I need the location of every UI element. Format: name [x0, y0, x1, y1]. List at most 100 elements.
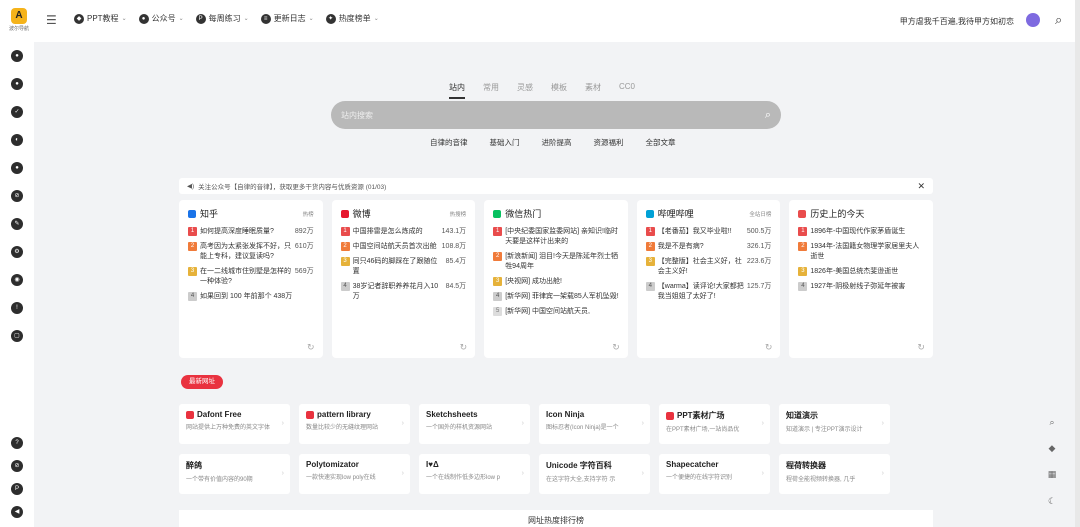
- quick-link[interactable]: 进阶提高: [542, 137, 572, 148]
- sidebar-tool-icon[interactable]: ✎: [11, 218, 23, 230]
- list-item[interactable]: 1 如何提高深度睡眠质量? 892万: [188, 227, 314, 237]
- refresh-icon[interactable]: ↻: [612, 342, 620, 353]
- notice-bar: ◀) 关注公众号【自律的音律】，获取更多干货内容与优质资源 (01/03) ✕: [179, 178, 933, 194]
- site-name: Shapecatcher: [666, 460, 719, 469]
- refresh-icon[interactable]: ↻: [307, 342, 315, 353]
- sidebar-help-icon[interactable]: ?: [11, 437, 23, 449]
- sidebar-gear-icon[interactable]: ⚙: [11, 246, 23, 258]
- list-item[interactable]: 4 [新华网] 菲律宾一架载85人军机坠毁!: [493, 292, 619, 302]
- refresh-icon[interactable]: ↻: [765, 342, 773, 353]
- site-card[interactable]: Unicode 字符百科 在这字符大全,支持字符 示 ›: [539, 454, 650, 494]
- sidebar-star-icon[interactable]: ◉: [11, 274, 23, 286]
- site-card[interactable]: I♥Δ 一个在线制作低多边形low p ›: [419, 454, 530, 494]
- sidebar-home-icon[interactable]: ●: [11, 50, 23, 62]
- tab-site[interactable]: 站内: [449, 82, 465, 99]
- item-value: 143.1万: [441, 228, 467, 235]
- calendar-icon[interactable]: ▦: [1045, 467, 1059, 481]
- list-item[interactable]: 3 在一二线城市住别墅是怎样的一种体验? 569万: [188, 267, 314, 287]
- list-item[interactable]: 4 1927年-阴极射线子弥延年被害: [798, 282, 924, 292]
- search-icon[interactable]: ⌕: [765, 109, 771, 122]
- list-item[interactable]: 1 中国排雷是怎么炼成的 143.1万: [340, 227, 467, 237]
- list-item[interactable]: 4 【warma】读评论!大家都把我当姐姐了太好了! 125.7万: [645, 282, 772, 302]
- site-name: PPT素材广场: [677, 411, 725, 420]
- sidebar-dot-icon[interactable]: ●: [11, 162, 23, 174]
- sidebar-send-icon[interactable]: ◀: [11, 506, 23, 518]
- new-sites-badge[interactable]: 最新网址: [181, 375, 223, 389]
- site-card[interactable]: Polytomizator 一款快速实现low poly在线 ›: [299, 454, 410, 494]
- notice-text[interactable]: 关注公众号【自律的音律】，获取更多干货内容与优质资源 (01/03): [198, 181, 386, 191]
- list-item[interactable]: 2 我是不是有病? 326.1万: [645, 242, 771, 252]
- quick-link[interactable]: 自律的音律: [430, 137, 468, 148]
- sidebar-globe-icon[interactable]: ◐: [11, 134, 23, 146]
- list-item[interactable]: 2 [新浪新闻] 泪目!今天是陈延年烈士牺牲94周年: [493, 252, 619, 272]
- quick-link[interactable]: 资源福利: [594, 137, 624, 148]
- sidebar-compass-icon[interactable]: ⊘: [11, 190, 23, 202]
- tab-common[interactable]: 常用: [483, 82, 499, 99]
- rank-number: 2: [645, 242, 655, 251]
- zhihu-icon: [188, 209, 196, 218]
- site-logo[interactable]: A 波尔导航: [8, 8, 30, 34]
- item-value: 125.7万: [746, 283, 772, 290]
- list-item[interactable]: 4 38岁记者辞职养养花月入10万 84.5万: [340, 282, 466, 302]
- site-card[interactable]: Icon Ninja 图标忍者(Icon Ninja)是一个 ›: [539, 404, 650, 444]
- site-desc: 一个在线制作低多边形low p: [426, 475, 501, 481]
- list-item[interactable]: 3 同只46码的脚踩在了跟随位置 85.4万: [340, 257, 466, 277]
- tab-material[interactable]: 素材: [585, 82, 601, 99]
- item-text: [央视网] 成功出舱!: [505, 278, 562, 285]
- sidebar-link-icon[interactable]: ⊘: [11, 460, 23, 472]
- logo-text: 波尔导航: [8, 26, 29, 32]
- search-icon[interactable]: ⌕: [1045, 415, 1059, 429]
- close-icon[interactable]: ✕: [917, 181, 925, 192]
- hot-icon: ✦: [325, 13, 336, 24]
- refresh-icon[interactable]: ↻: [460, 342, 468, 353]
- avatar[interactable]: [1026, 13, 1040, 27]
- scrollbar[interactable]: [1075, 0, 1080, 527]
- tab-template[interactable]: 模板: [551, 82, 567, 99]
- nav-item-hot[interactable]: ✦ 热度榜单 ⌄: [325, 13, 379, 24]
- nav-item-practice[interactable]: P 每周练习 ⌄: [195, 13, 249, 24]
- list-item[interactable]: 1 [中央纪委国家监委网站] 亲知识!临时天要是这样计出来的: [493, 227, 619, 247]
- search-icon[interactable]: ⌕: [1055, 12, 1062, 28]
- sidebar-box-icon[interactable]: ▢: [11, 330, 23, 342]
- tab-inspiration[interactable]: 灵感: [517, 82, 533, 99]
- list-item[interactable]: 1 1896年-中国现代作家茅盾诞生: [798, 227, 924, 237]
- list-item[interactable]: 5 [新华网] 中国空间站航天员,: [493, 307, 619, 317]
- rank-number: 2: [798, 242, 808, 251]
- site-card[interactable]: Dafont Free 网站提供上万种免费的英文字体 ›: [179, 404, 290, 444]
- item-text: [新华网] 中国空间站航天员,: [505, 308, 590, 315]
- site-card[interactable]: PPT素材广场 在PPT素材广场,一站尚品优 ›: [659, 404, 770, 444]
- sidebar-p-icon[interactable]: P: [11, 483, 23, 495]
- nav-item-log[interactable]: ≡ 更新日志 ⌄: [260, 13, 314, 24]
- list-item[interactable]: 3 [央视网] 成功出舱!: [493, 277, 619, 287]
- sidebar-check-icon[interactable]: ✓: [11, 106, 23, 118]
- quick-link[interactable]: 基础入门: [490, 137, 520, 148]
- list-item[interactable]: 2 中国空间站航天员首次出舱 108.8万: [340, 242, 466, 252]
- list-item[interactable]: 1 【老番茄】我又毕业啦!! 500.5万: [645, 227, 772, 237]
- site-card[interactable]: pattern library 数量比较少的无缝纹理网站 ›: [299, 404, 410, 444]
- site-card[interactable]: 醉鸽 一个带有价值内容的90期 ›: [179, 454, 290, 494]
- refresh-icon[interactable]: ↻: [917, 342, 925, 353]
- list-item[interactable]: 3 1826年-美国总统杰斐逊逝世: [798, 267, 924, 277]
- tag-icon[interactable]: ◆: [1045, 441, 1059, 455]
- site-card[interactable]: 知道演示 知道演示 | 专注PPT演示设计 ›: [779, 404, 890, 444]
- nav-item-ppt[interactable]: ◆ PPT教程 ⌄: [74, 13, 127, 24]
- tab-cc0[interactable]: CC0: [619, 82, 635, 99]
- list-item[interactable]: 3 【完整版】社会主义好，社会主义好! 223.6万: [645, 257, 771, 277]
- site-card[interactable]: Sketchsheets 一个国外的样机资源网站 ›: [419, 404, 530, 444]
- list-item[interactable]: 2 1934年-法国籍女物理学家居里夫人逝世: [798, 242, 924, 262]
- sidebar-info-icon[interactable]: !: [11, 302, 23, 314]
- search-input[interactable]: [341, 110, 765, 120]
- list-item[interactable]: 4 如果回到 100 年前那个 438万: [188, 292, 314, 302]
- sidebar-user-icon[interactable]: ●: [11, 78, 23, 90]
- list-item[interactable]: 2 高考因为太紧张发挥不好，只能上专科，建议复读吗? 610万: [188, 242, 314, 262]
- item-text: 在一二线城市住别墅是怎样的一种体验?: [200, 268, 291, 285]
- site-card[interactable]: 程荷转换器 程荷全能视频转换器, 几乎 ›: [779, 454, 890, 494]
- site-card[interactable]: Shapecatcher 一个便捷的在线字符识别 ›: [659, 454, 770, 494]
- nav-item-wechat[interactable]: ● 公众号 ⌄: [138, 13, 184, 24]
- moon-icon[interactable]: ☾: [1045, 494, 1059, 508]
- rank-number: 3: [798, 267, 808, 276]
- quick-link[interactable]: 全部文章: [646, 137, 676, 148]
- nav-label: 热度榜单: [338, 14, 371, 23]
- item-value: 500.5万: [746, 228, 772, 235]
- menu-icon[interactable]: ☰: [46, 14, 58, 26]
